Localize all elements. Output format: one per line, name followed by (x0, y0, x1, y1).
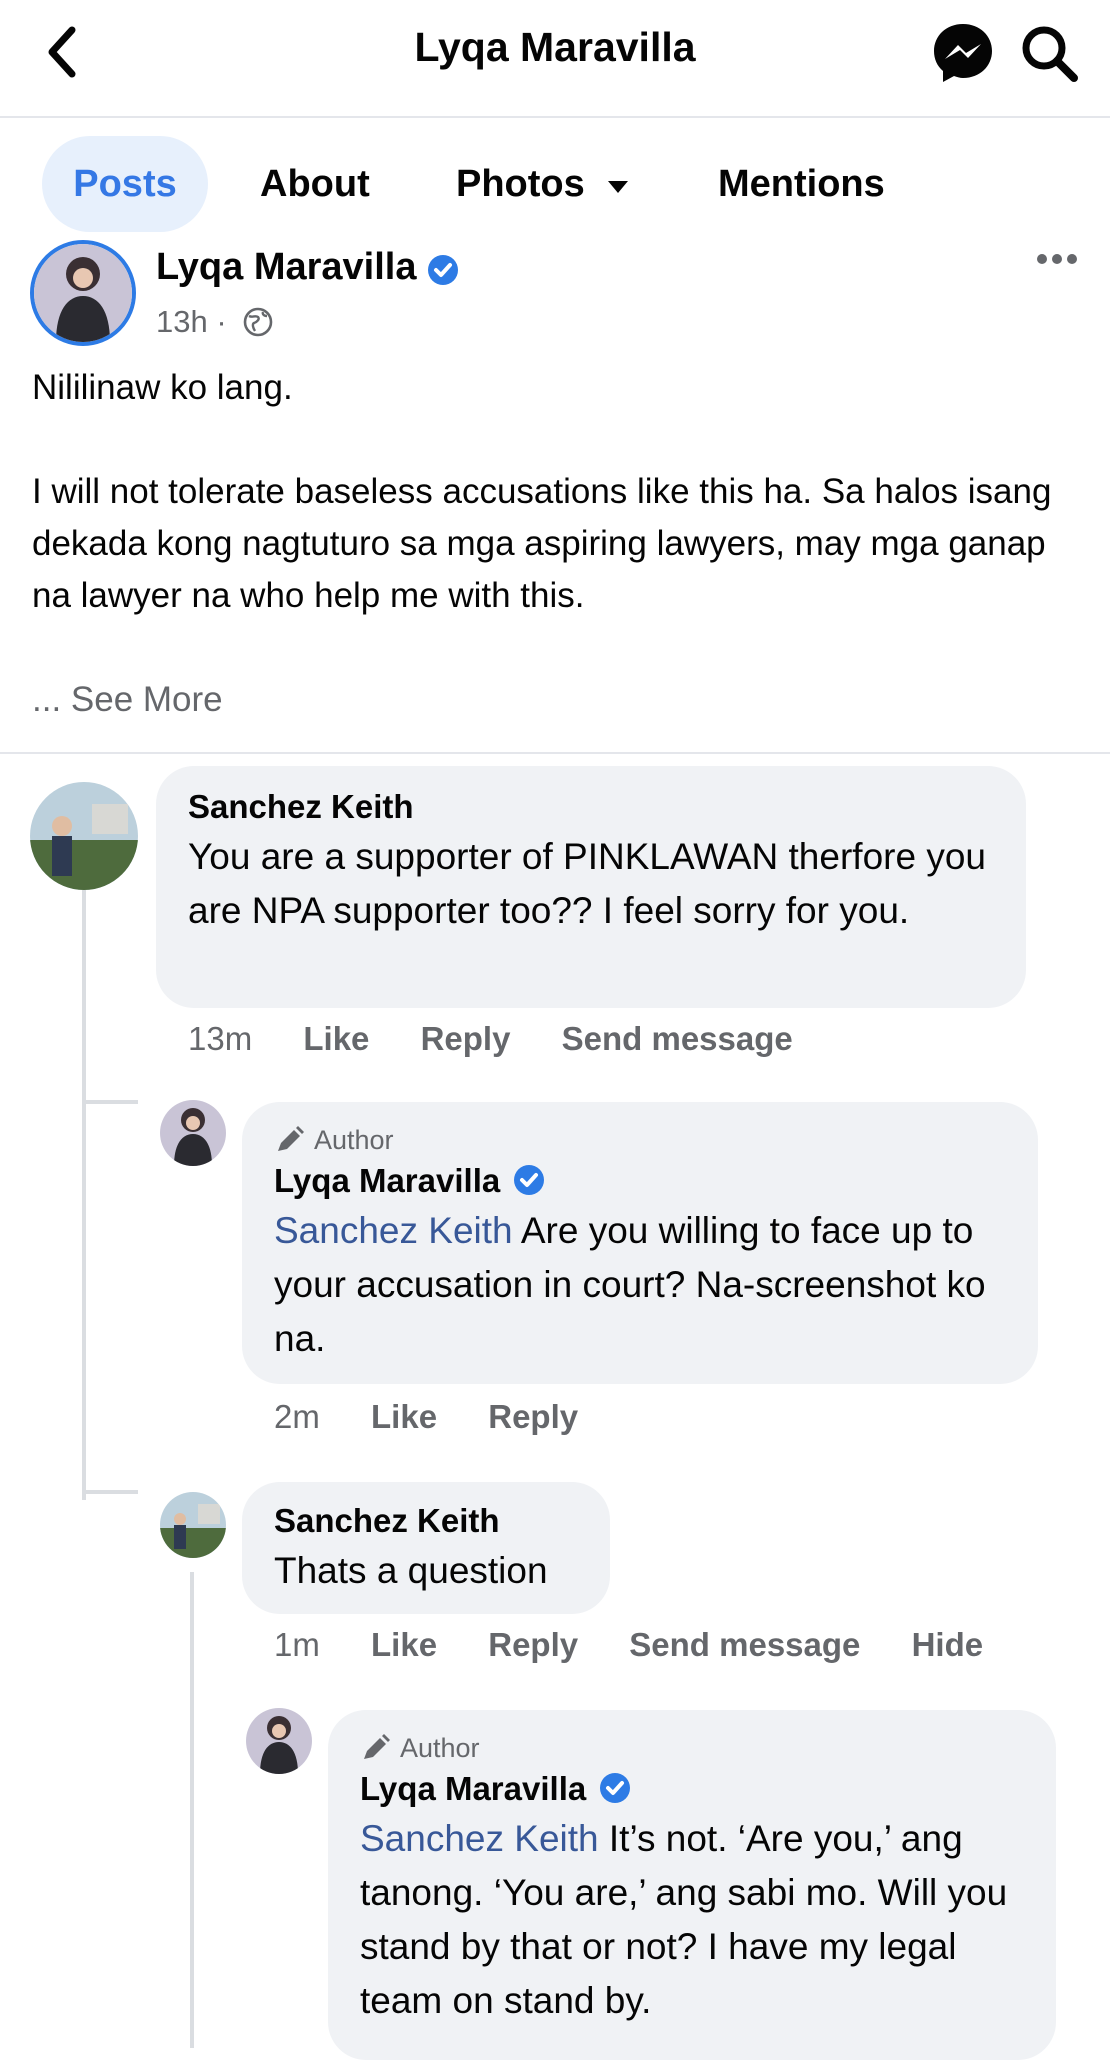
tab-photos[interactable]: Photos (456, 136, 631, 232)
verified-icon (600, 1773, 631, 1803)
comment-text: Thats a question (274, 1550, 548, 1591)
comment-text: You are a supporter of PINKLAWAN therfor… (188, 836, 986, 931)
comment-bubble: Author Lyqa Maravilla Sanchez Keith Are … (242, 1102, 1038, 1384)
tab-about[interactable]: About (260, 136, 370, 232)
post-body: Nililinaw ko lang. I will not tolerate b… (32, 362, 1072, 622)
author-tag-label: Author (314, 1125, 394, 1155)
like-button[interactable]: Like (371, 1626, 437, 1663)
reply-button[interactable]: Reply (488, 1626, 578, 1663)
pencil-icon (364, 1734, 390, 1759)
commenter-avatar[interactable] (160, 1492, 226, 1558)
mention-link[interactable]: Sanchez Keith (360, 1818, 599, 1859)
thread-line (82, 880, 86, 1500)
thread-line-branch (82, 1100, 138, 1104)
post-author-name[interactable]: Lyqa Maravilla (156, 246, 417, 289)
post-paragraph-1: Nililinaw ko lang. (32, 368, 293, 407)
comment-bubble: Sanchez Keith You are a supporter of PIN… (156, 766, 1026, 1008)
see-more-link[interactable]: ... See More (32, 674, 223, 726)
tab-photos-label: Photos (456, 163, 585, 205)
comment-author-name-text: Lyqa Maravilla (274, 1162, 501, 1199)
comment-bubble: Author Lyqa Maravilla Sanchez Keith It’s… (328, 1710, 1056, 2060)
comment-time[interactable]: 2m (274, 1398, 320, 1435)
comment-text: Sanchez Keith Are you willing to face up… (274, 1204, 1006, 1366)
comment-author-name-text: Lyqa Maravilla (360, 1770, 587, 1807)
verified-icon (428, 255, 458, 285)
comment-time[interactable]: 13m (188, 1020, 252, 1057)
like-button[interactable]: Like (371, 1398, 437, 1435)
like-button[interactable]: Like (303, 1020, 369, 1057)
more-icon[interactable] (1034, 244, 1080, 274)
author-avatar[interactable] (160, 1100, 226, 1166)
send-message-button[interactable]: Send message (629, 1626, 860, 1663)
author-badge: Author (274, 1122, 1006, 1158)
thread-line-branch (82, 1490, 138, 1494)
post-timestamp[interactable]: 13h · (156, 304, 227, 340)
post-author-avatar[interactable] (30, 240, 136, 346)
reply-button[interactable]: Reply (488, 1398, 578, 1435)
comment-actions: 2m Like Reply (274, 1398, 578, 1436)
comment-author-name[interactable]: Lyqa Maravilla (274, 1158, 1006, 1204)
tab-posts[interactable]: Posts (42, 136, 208, 232)
tab-mentions[interactable]: Mentions (718, 136, 885, 232)
search-icon[interactable] (1016, 20, 1082, 86)
pencil-icon (278, 1126, 304, 1151)
divider (0, 752, 1110, 754)
comment-author-name[interactable]: Sanchez Keith (274, 1498, 578, 1544)
author-badge: Author (360, 1730, 1024, 1766)
commenter-avatar[interactable] (30, 782, 138, 890)
caret-down-icon (608, 180, 629, 193)
reply-button[interactable]: Reply (421, 1020, 511, 1057)
comment-author-name[interactable]: Lyqa Maravilla (360, 1766, 1024, 1812)
post-paragraph-2: I will not tolerate baseless accusations… (32, 472, 1052, 615)
comment-time[interactable]: 1m (274, 1626, 320, 1663)
post-time-text: 13h (156, 304, 208, 339)
mention-link[interactable]: Sanchez Keith (274, 1210, 513, 1251)
comment-actions: 1m Like Reply Send message Hide (274, 1626, 983, 1664)
comment-actions: 13m Like Reply Send message (188, 1020, 793, 1058)
comment-bubble: Sanchez Keith Thats a question (242, 1482, 610, 1614)
globe-icon (243, 307, 273, 337)
post-time-separator: · (216, 304, 227, 339)
send-message-button[interactable]: Send message (562, 1020, 793, 1057)
author-avatar[interactable] (246, 1708, 312, 1774)
comment-text: Sanchez Keith It’s not. ‘Are you,’ ang t… (360, 1812, 1024, 2028)
messenger-icon[interactable] (930, 20, 996, 86)
verified-icon (514, 1165, 545, 1195)
comment-author-name[interactable]: Sanchez Keith (188, 784, 994, 830)
thread-line (190, 1572, 194, 2048)
hide-button[interactable]: Hide (912, 1626, 984, 1663)
author-tag-label: Author (400, 1733, 480, 1763)
